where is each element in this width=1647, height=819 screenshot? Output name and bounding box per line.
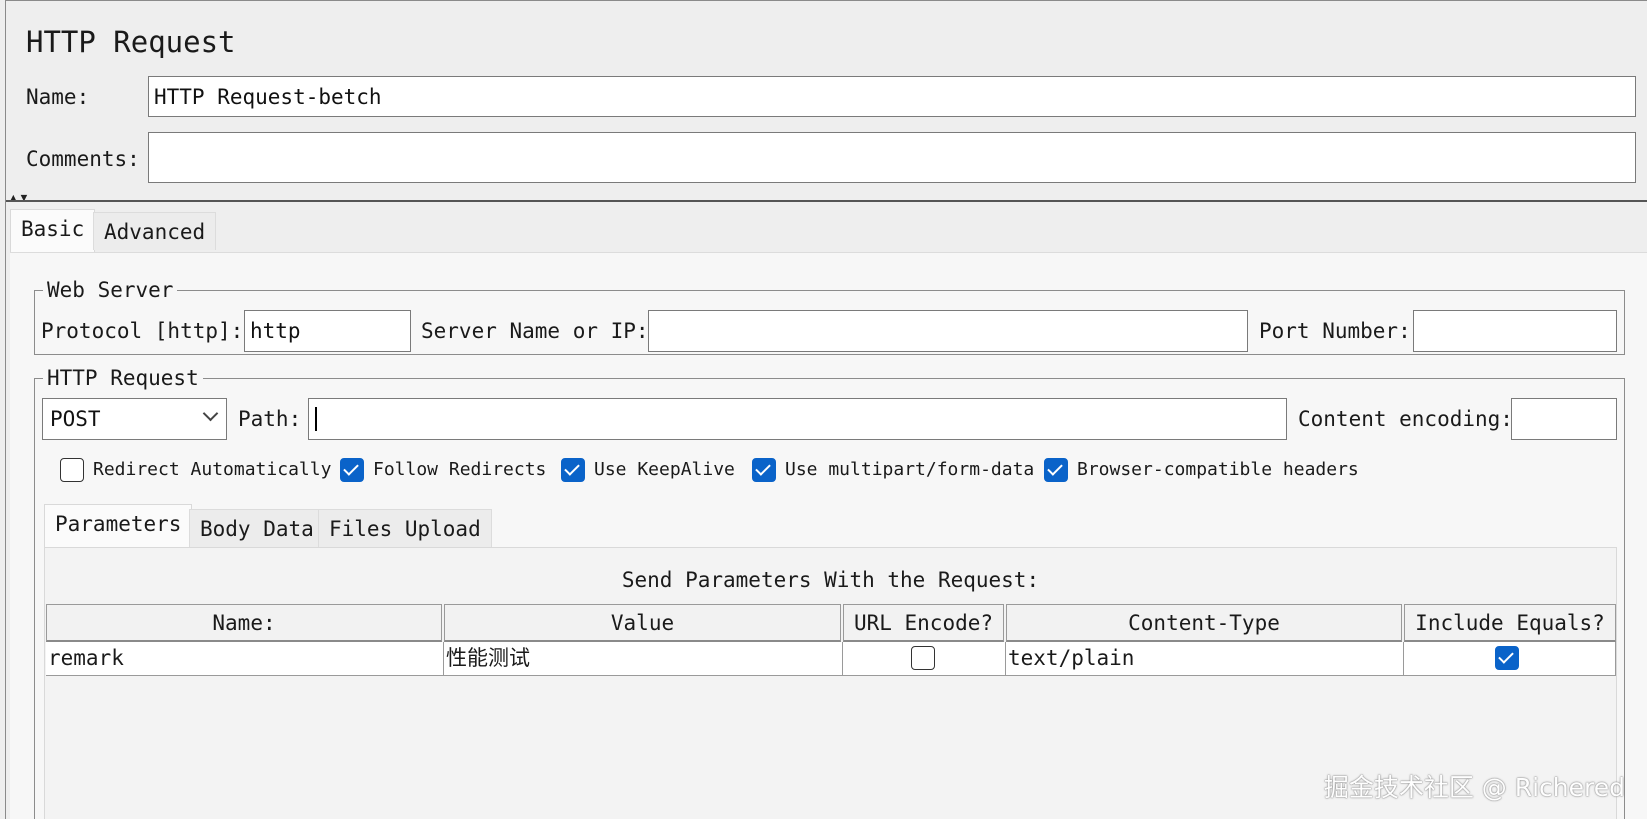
http-request-legend: HTTP Request bbox=[43, 366, 203, 390]
path-input[interactable] bbox=[308, 398, 1287, 440]
text-cursor bbox=[315, 407, 317, 431]
protocol-label: Protocol [http]: bbox=[41, 319, 244, 343]
chevron-down-icon bbox=[202, 405, 219, 422]
server-label: Server Name or IP: bbox=[421, 319, 649, 343]
parameters-caption: Send Parameters With the Request: bbox=[621, 568, 1040, 592]
port-label: Port Number: bbox=[1259, 319, 1411, 343]
cell-value[interactable]: 性能测试 bbox=[444, 642, 843, 676]
cell-url-encode[interactable] bbox=[843, 642, 1006, 676]
name-label: Name: bbox=[26, 85, 90, 109]
watermark: 掘金技术社区 @ Richered bbox=[1323, 773, 1625, 802]
comments-label: Comments: bbox=[26, 147, 140, 171]
tab-parameters[interactable]: Parameters bbox=[44, 504, 193, 548]
tab-body-data[interactable]: Body Data bbox=[189, 509, 325, 547]
column-header-include-equals[interactable]: Include Equals? bbox=[1404, 604, 1616, 642]
url-encode-checkbox[interactable] bbox=[911, 646, 935, 670]
cell-name[interactable]: remark bbox=[46, 642, 444, 676]
name-input[interactable] bbox=[148, 76, 1636, 117]
follow-redirects-checkbox[interactable] bbox=[340, 458, 364, 482]
port-input[interactable] bbox=[1413, 310, 1617, 352]
use-keepalive-checkbox[interactable] bbox=[561, 458, 585, 482]
path-label: Path: bbox=[238, 407, 302, 431]
comments-input[interactable] bbox=[148, 132, 1636, 183]
split-divider[interactable] bbox=[6, 200, 1647, 202]
protocol-input[interactable] bbox=[244, 310, 411, 352]
encoding-label: Content encoding: bbox=[1298, 407, 1513, 431]
redirect-automatically-checkbox[interactable] bbox=[60, 458, 84, 482]
panel-title: HTTP Request bbox=[26, 25, 236, 59]
column-header-name[interactable]: Name: bbox=[46, 604, 442, 642]
browser-compatible-headers-checkbox[interactable] bbox=[1044, 458, 1068, 482]
use-multipart-checkbox[interactable] bbox=[752, 458, 776, 482]
cell-include-equals[interactable] bbox=[1404, 642, 1616, 676]
tab-files-upload[interactable]: Files Upload bbox=[318, 509, 492, 547]
follow-redirects-label[interactable]: Follow Redirects bbox=[373, 458, 546, 482]
use-multipart-label[interactable]: Use multipart/form-data bbox=[785, 458, 1034, 482]
tab-basic[interactable]: Basic bbox=[10, 209, 96, 253]
column-header-value[interactable]: Value bbox=[444, 604, 841, 642]
browser-compatible-headers-label[interactable]: Browser-compatible headers bbox=[1077, 458, 1359, 482]
column-header-content-type[interactable]: Content-Type bbox=[1006, 604, 1402, 642]
server-input[interactable] bbox=[648, 310, 1248, 352]
method-value: POST bbox=[50, 407, 101, 431]
column-header-url-encode[interactable]: URL Encode? bbox=[843, 604, 1004, 642]
method-select[interactable]: POST bbox=[42, 398, 227, 440]
tab-advanced[interactable]: Advanced bbox=[93, 212, 217, 250]
include-equals-checkbox[interactable] bbox=[1495, 646, 1519, 670]
cell-content-type[interactable]: text/plain bbox=[1006, 642, 1404, 676]
encoding-input[interactable] bbox=[1511, 398, 1617, 440]
use-keepalive-label[interactable]: Use KeepAlive bbox=[594, 458, 735, 482]
redirect-automatically-label[interactable]: Redirect Automatically bbox=[93, 458, 331, 482]
web-server-legend: Web Server bbox=[43, 278, 178, 302]
